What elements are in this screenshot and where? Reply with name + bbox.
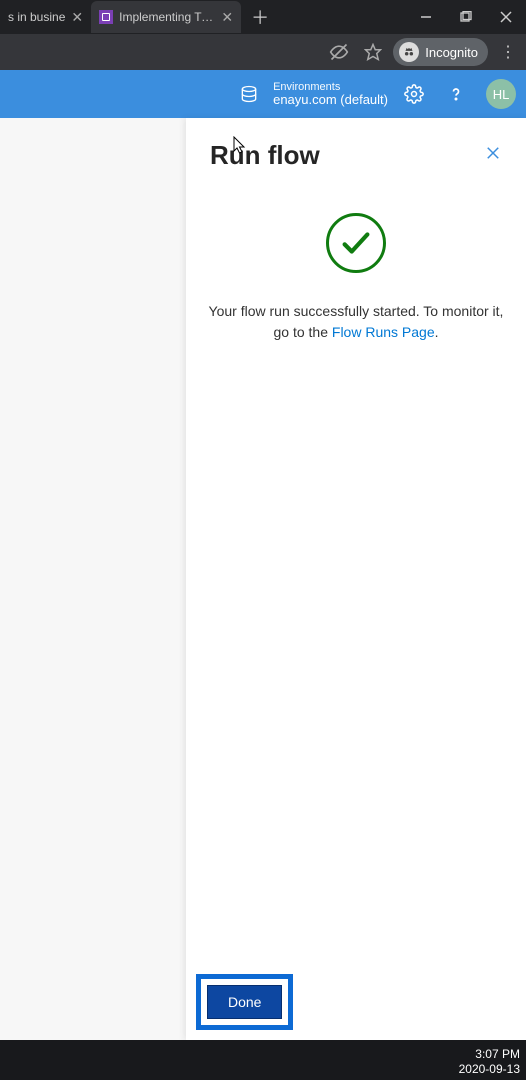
- clock-date: 2020-09-13: [459, 1062, 520, 1077]
- incognito-icon: [399, 42, 419, 62]
- message-text-suffix: .: [435, 324, 439, 340]
- browser-tab-2[interactable]: Implementing Try,Catch and ✕: [91, 1, 241, 33]
- tracking-off-icon[interactable]: [325, 38, 353, 66]
- maximize-button[interactable]: [446, 0, 486, 34]
- new-tab-button[interactable]: ＋: [241, 4, 279, 30]
- panel-close-button[interactable]: [484, 144, 502, 167]
- avatar-initials: HL: [493, 87, 510, 102]
- close-icon[interactable]: ✕: [71, 9, 83, 26]
- incognito-label: Incognito: [425, 45, 478, 60]
- flow-runs-link[interactable]: Flow Runs Page: [332, 324, 435, 340]
- success-message: Your flow run successfully started. To m…: [206, 301, 506, 343]
- done-button-highlight: Done: [196, 974, 293, 1030]
- tab-title: s in busine: [8, 10, 65, 24]
- panel-footer: Done: [186, 964, 526, 1040]
- panel-title: Run flow: [210, 140, 320, 171]
- panel-body: Your flow run successfully started. To m…: [186, 181, 526, 964]
- tab-title: Implementing Try,Catch and: [119, 10, 215, 24]
- run-flow-panel: Run flow Your flow run successfully star…: [186, 118, 526, 1040]
- environment-name: enayu.com (default): [273, 93, 388, 107]
- success-check-icon: [326, 213, 386, 273]
- tab-favicon-icon: [99, 10, 113, 24]
- app-header: Environments enayu.com (default) HL: [0, 70, 526, 118]
- minimize-button[interactable]: [406, 0, 446, 34]
- panel-header: Run flow: [186, 118, 526, 181]
- environment-text: Environments enayu.com (default): [273, 81, 388, 107]
- settings-button[interactable]: [398, 78, 430, 110]
- window-controls: [406, 0, 526, 34]
- help-button[interactable]: [440, 78, 472, 110]
- browser-tab-strip: s in busine ✕ Implementing Try,Catch and…: [0, 0, 526, 34]
- browser-toolbar: Incognito ⋮: [0, 34, 526, 70]
- browser-tab-1[interactable]: s in busine ✕: [0, 1, 91, 33]
- page-content: Run flow Your flow run successfully star…: [0, 118, 526, 1040]
- environment-picker[interactable]: Environments enayu.com (default): [233, 78, 388, 110]
- avatar[interactable]: HL: [486, 79, 516, 109]
- environment-label: Environments: [273, 81, 388, 93]
- system-clock[interactable]: 3:07 PM 2020-09-13: [459, 1047, 520, 1077]
- bookmark-star-icon[interactable]: [359, 38, 387, 66]
- done-button[interactable]: Done: [207, 985, 282, 1019]
- incognito-indicator[interactable]: Incognito: [393, 38, 488, 66]
- browser-menu-button[interactable]: ⋮: [494, 38, 522, 66]
- close-icon[interactable]: ✕: [221, 9, 233, 26]
- environment-icon: [233, 78, 265, 110]
- windows-taskbar: 3:07 PM 2020-09-13: [0, 1040, 526, 1080]
- clock-time: 3:07 PM: [459, 1047, 520, 1062]
- close-window-button[interactable]: [486, 0, 526, 34]
